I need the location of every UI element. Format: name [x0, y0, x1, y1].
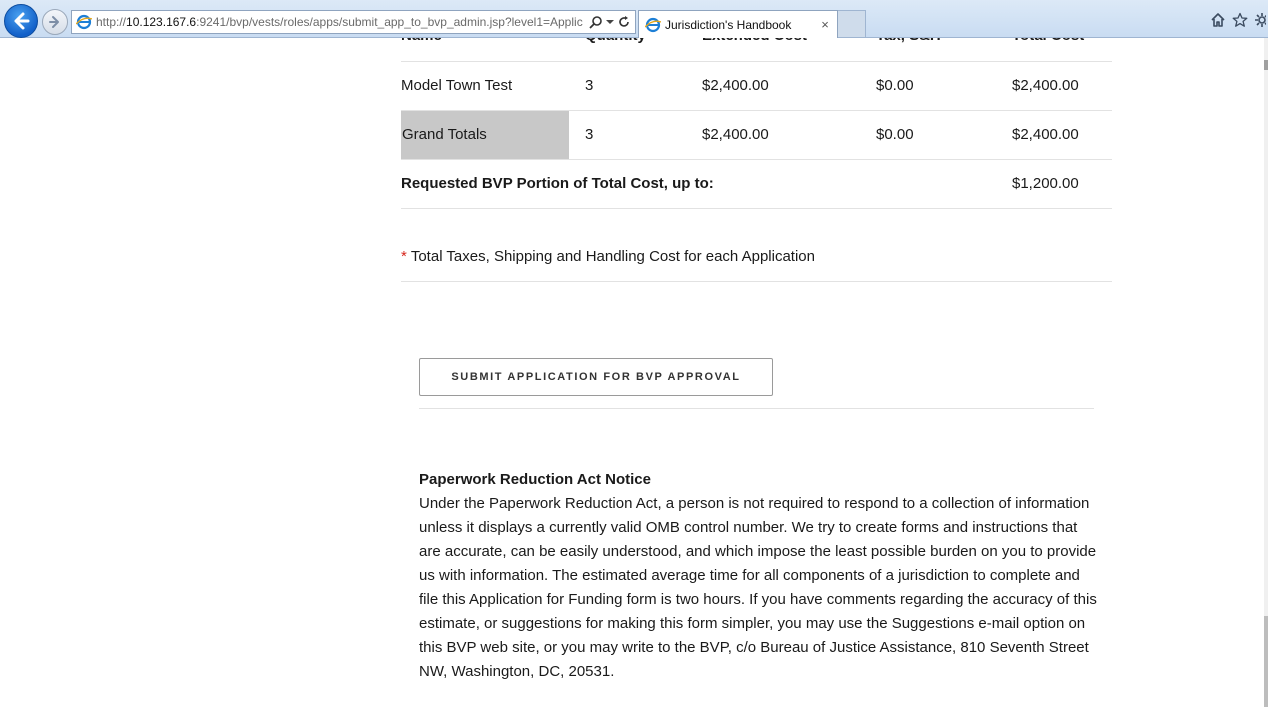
refresh-icon[interactable]: [617, 15, 631, 29]
requested-portion-value: $1,200.00: [1012, 175, 1079, 192]
header-total-cost: Total Cost: [1012, 38, 1084, 48]
row-tax-sh: $0.00: [876, 77, 914, 94]
paperwork-notice: Paperwork Reduction Act Notice Under the…: [419, 468, 1099, 684]
row-extended-cost: $2,400.00: [702, 77, 769, 94]
tab-title: Jurisdiction's Handbook: [665, 17, 792, 32]
required-asterisk: *: [401, 248, 407, 265]
star-icon[interactable]: [1232, 12, 1248, 28]
cost-table: Name Quantity Extended Cost Tax, S&H Tot…: [401, 38, 1112, 209]
table-header-row: Name Quantity Extended Cost Tax, S&H Tot…: [401, 38, 1112, 62]
chevron-down-icon[interactable]: [606, 18, 614, 26]
arrow-right-icon: [49, 16, 59, 28]
page-content: Name Quantity Extended Cost Tax, S&H Tot…: [0, 38, 1268, 707]
row-quantity: 3: [585, 77, 594, 94]
grand-tax-sh: $0.00: [876, 126, 914, 143]
submit-application-button[interactable]: SUBMIT APPLICATION FOR BVP APPROVAL: [419, 358, 773, 396]
url-scheme: http://: [96, 15, 127, 29]
grand-totals-label: Grand Totals: [401, 111, 569, 159]
header-name: Name: [401, 38, 569, 48]
ie-page-icon: [76, 14, 92, 30]
gear-icon[interactable]: [1254, 12, 1266, 28]
new-tab-button[interactable]: [838, 10, 866, 38]
submit-section: SUBMIT APPLICATION FOR BVP APPROVAL: [419, 358, 1094, 409]
scrollbar-track[interactable]: [1264, 38, 1268, 707]
tab-jurisdictions-handbook[interactable]: Jurisdiction's Handbook ×: [638, 10, 838, 38]
grand-total-cost: $2,400.00: [1012, 126, 1079, 143]
tax-note: * Total Taxes, Shipping and Handling Cost…: [401, 233, 1112, 282]
url-host: 10.123.167.6: [126, 15, 197, 29]
address-url[interactable]: http://10.123.167.6:9241/bvp/vests/roles…: [96, 15, 589, 29]
address-bar[interactable]: http://10.123.167.6:9241/bvp/vests/roles…: [71, 10, 636, 34]
browser-chrome: http://10.123.167.6:9241/bvp/vests/roles…: [0, 0, 1268, 38]
url-path: :9241/bvp/vests/roles/apps/submit_app_to…: [196, 15, 583, 29]
scrollbar-thumb[interactable]: [1264, 616, 1268, 707]
address-tools: [589, 15, 635, 29]
tax-note-text: Total Taxes, Shipping and Handling Cost …: [410, 248, 815, 265]
browser-toolbar-right: [1210, 12, 1268, 28]
requested-portion-label: Requested BVP Portion of Total Cost, up …: [401, 175, 714, 192]
grand-extended-cost: $2,400.00: [702, 126, 769, 143]
notice-body: Under the Paperwork Reduction Act, a per…: [419, 495, 1097, 680]
close-icon[interactable]: ×: [817, 17, 833, 32]
header-quantity: Quantity: [585, 38, 646, 48]
search-icon[interactable]: [589, 15, 603, 29]
arrow-left-icon: [14, 12, 30, 30]
back-button[interactable]: [4, 4, 38, 38]
header-extended-cost: Extended Cost: [702, 38, 807, 48]
home-icon[interactable]: [1210, 12, 1226, 28]
row-name: Model Town Test: [401, 77, 513, 94]
table-row: Model Town Test 3 $2,400.00 $0.00 $2,400…: [401, 62, 1112, 111]
grand-quantity: 3: [585, 126, 594, 143]
ie-tab-icon: [645, 17, 661, 32]
scrollbar-marker: [1264, 60, 1268, 70]
row-total-cost: $2,400.00: [1012, 77, 1079, 94]
header-tax-sh: Tax, S&H: [876, 38, 941, 48]
grand-totals-row: Grand Totals 3 $2,400.00 $0.00 $2,400.00: [401, 111, 1112, 160]
notice-title: Paperwork Reduction Act Notice: [419, 471, 651, 488]
requested-portion-row: Requested BVP Portion of Total Cost, up …: [401, 160, 1112, 209]
forward-button[interactable]: [42, 9, 68, 35]
